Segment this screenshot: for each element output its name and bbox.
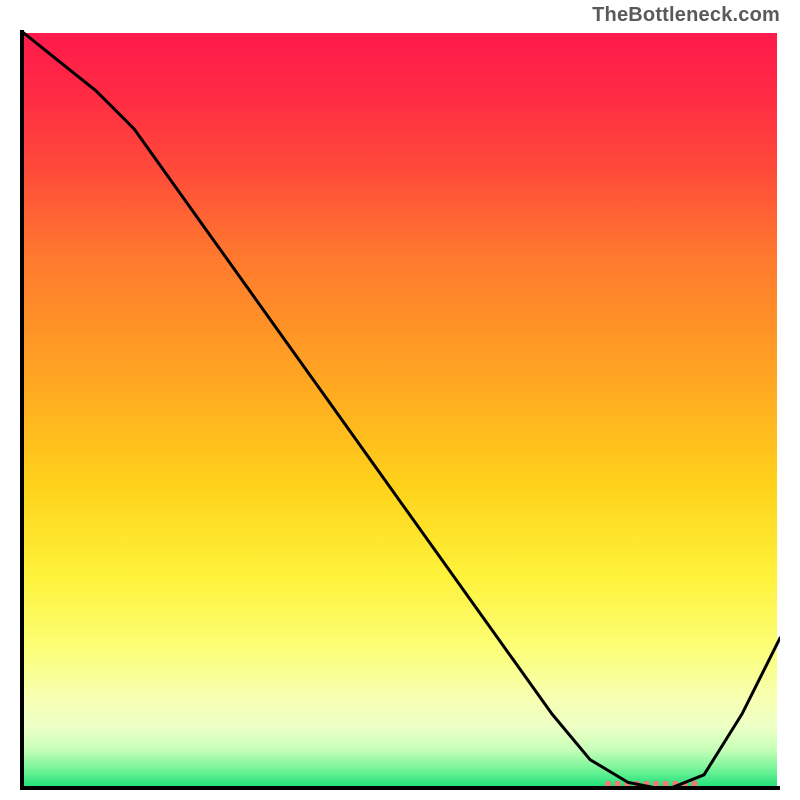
chart-background	[23, 33, 777, 787]
chart-svg	[20, 30, 780, 790]
chart-container	[20, 30, 780, 790]
watermark-text: TheBottleneck.com	[592, 4, 780, 27]
